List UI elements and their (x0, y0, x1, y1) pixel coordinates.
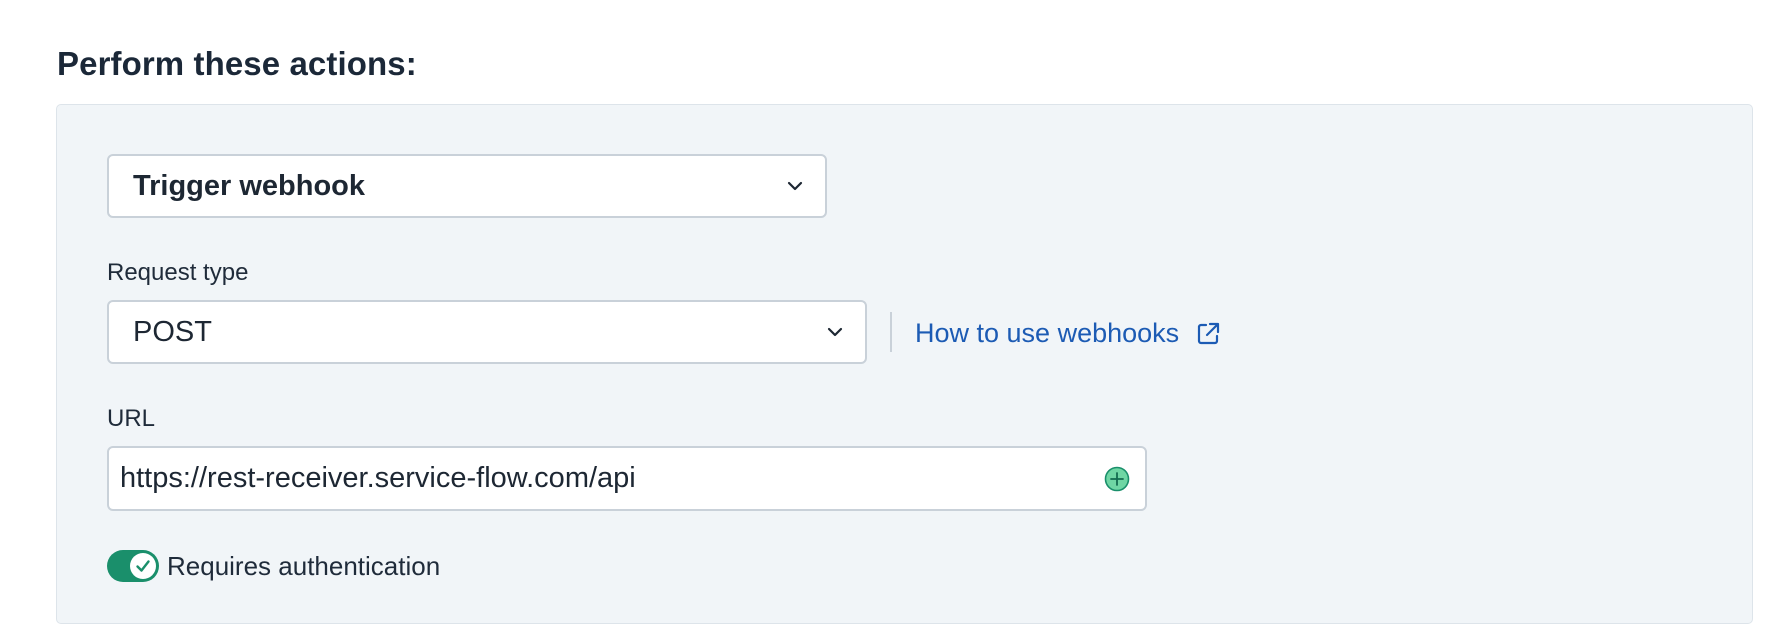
requires-authentication-label: Requires authentication (167, 550, 441, 581)
actions-panel: Trigger webhook Request type POST How to… (56, 104, 1753, 624)
request-type-value: POST (133, 315, 212, 348)
section-title: Perform these actions: (57, 45, 417, 82)
action-type-select[interactable]: Trigger webhook (107, 154, 827, 218)
divider (890, 312, 892, 352)
url-value: https://rest-receiver.service-flow.com/a… (120, 462, 636, 494)
chevron-down-icon (827, 327, 843, 337)
requires-authentication-toggle[interactable] (107, 550, 159, 582)
add-placeholder-icon[interactable] (1103, 465, 1131, 493)
action-type-value: Trigger webhook (133, 169, 366, 202)
url-input[interactable]: https://rest-receiver.service-flow.com/a… (107, 446, 1147, 511)
check-icon (136, 560, 150, 572)
url-label: URL (107, 405, 156, 432)
external-link-icon (1198, 322, 1220, 344)
requires-authentication-row: Requires authentication (107, 550, 440, 582)
request-type-select[interactable]: POST (107, 300, 867, 364)
toggle-knob (130, 553, 156, 579)
help-link-label: How to use webhooks (915, 318, 1180, 348)
chevron-down-icon (787, 181, 803, 191)
request-type-label: Request type (107, 259, 249, 286)
how-to-use-webhooks-link[interactable]: How to use webhooks (915, 318, 1221, 349)
